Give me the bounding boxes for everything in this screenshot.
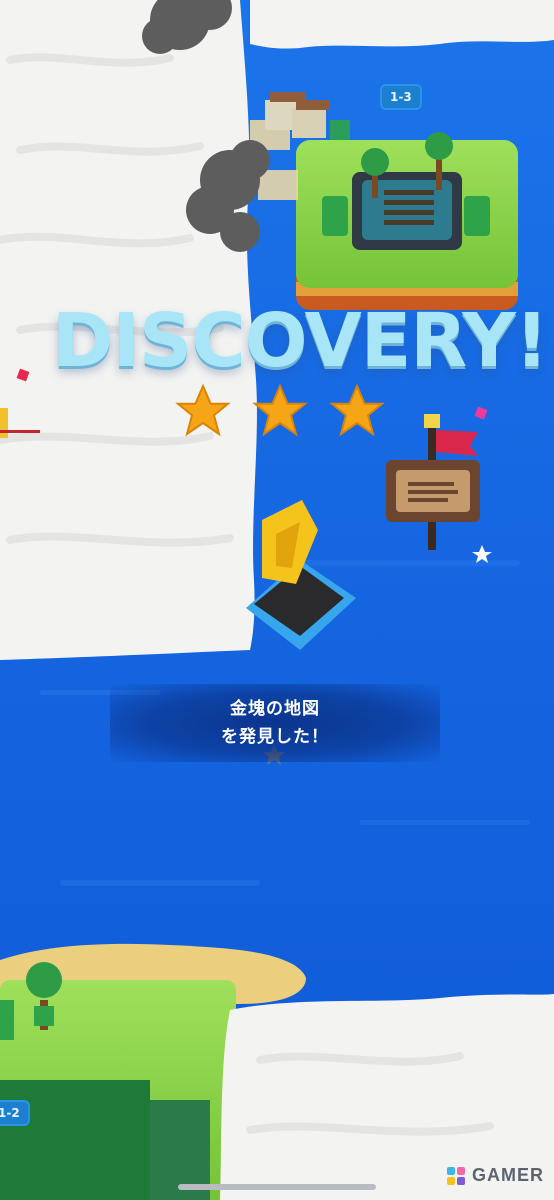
gamer-watermark: GAMER <box>446 1165 544 1186</box>
discovery-message-line2: を発見した！ <box>221 727 329 747</box>
island-top-right <box>296 132 518 310</box>
home-indicator[interactable] <box>178 1184 376 1190</box>
watermark-text: GAMER <box>472 1165 544 1185</box>
island-bottom-left <box>0 962 236 1200</box>
discovery-message-line1: 金塊の地図 <box>230 699 320 719</box>
game-map-scene <box>0 0 554 1200</box>
fog-top <box>250 0 554 49</box>
stage-label-top[interactable]: 1-3 <box>380 84 422 110</box>
stage-label-bottom[interactable]: 1-2 <box>0 1100 30 1126</box>
discovery-message-banner: 金塊の地図 を発見した！ <box>110 684 440 762</box>
discovery-title: DISCOVERY! <box>52 298 549 384</box>
gamer-logo-icon <box>447 1166 465 1185</box>
